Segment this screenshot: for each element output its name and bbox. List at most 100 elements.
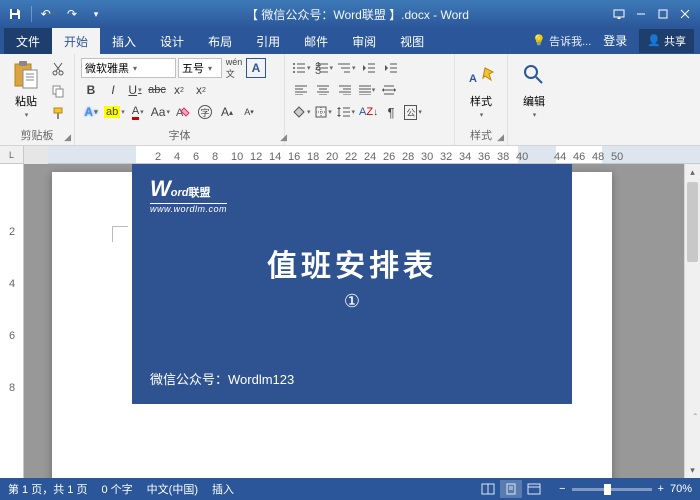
- zoom-slider[interactable]: [572, 488, 652, 491]
- font-name-combo[interactable]: 微软雅黑▾: [81, 58, 176, 78]
- redo-icon[interactable]: ↷: [61, 3, 83, 25]
- overlay-logo: Word联盟: [150, 176, 554, 202]
- vertical-ruler[interactable]: 2468: [0, 164, 24, 478]
- status-insert[interactable]: 插入: [212, 481, 234, 497]
- sort-button[interactable]: AZ↓: [358, 102, 379, 122]
- signin-button[interactable]: 登录: [595, 27, 635, 54]
- asian-layout-button[interactable]: 公▾: [403, 102, 423, 122]
- zoom-level[interactable]: 70%: [670, 483, 692, 495]
- align-right-button[interactable]: [335, 80, 355, 100]
- scroll-up-icon[interactable]: ▴: [685, 164, 700, 180]
- cut-button[interactable]: [48, 59, 68, 79]
- strike-button[interactable]: abc: [147, 80, 167, 100]
- clear-format-button[interactable]: A: [173, 102, 193, 122]
- tab-review[interactable]: 审阅: [340, 28, 388, 54]
- shading-button[interactable]: ▾: [291, 102, 312, 122]
- phonetic-button[interactable]: wén文: [224, 58, 244, 78]
- copy-button[interactable]: [48, 81, 68, 101]
- font-size-combo[interactable]: 五号▾: [178, 58, 222, 78]
- editing-button[interactable]: 编辑▾: [514, 57, 554, 144]
- tab-selector[interactable]: L: [0, 146, 24, 164]
- paste-button[interactable]: 粘贴▾: [6, 57, 46, 127]
- overlay-footer: 微信公众号：Wordlm123: [150, 369, 294, 388]
- undo-icon[interactable]: ↶▾: [37, 3, 59, 25]
- svg-text:A: A: [469, 73, 477, 85]
- tell-me[interactable]: 💡告诉我...: [532, 33, 591, 49]
- increase-indent-button[interactable]: [381, 58, 401, 78]
- window-title: 【 微信公众号：Word联盟 】.docx - Word: [107, 6, 608, 23]
- window-controls: [608, 3, 696, 25]
- zoom-in-button[interactable]: +: [658, 483, 664, 495]
- highlight-button[interactable]: ab▾: [103, 102, 126, 122]
- numbering-button[interactable]: 123▾: [314, 58, 335, 78]
- scroll-down-icon[interactable]: ▾: [685, 462, 700, 478]
- share-button[interactable]: 👤共享: [639, 29, 694, 53]
- print-layout-icon[interactable]: [500, 480, 522, 498]
- tab-home[interactable]: 开始: [52, 28, 100, 54]
- font-color-button[interactable]: A▾: [128, 102, 148, 122]
- qat-customize-icon[interactable]: ▾: [85, 3, 107, 25]
- tab-view[interactable]: 视图: [388, 28, 436, 54]
- status-page[interactable]: 第 1 页，共 1 页: [8, 481, 87, 497]
- zoom-control: − + 70%: [559, 483, 692, 495]
- svg-text:3: 3: [315, 65, 321, 74]
- scroll-thumb[interactable]: [687, 182, 698, 262]
- subscript-button[interactable]: x2: [169, 80, 189, 100]
- bullets-button[interactable]: ▾: [291, 58, 312, 78]
- tab-mailings[interactable]: 邮件: [292, 28, 340, 54]
- enclose-button[interactable]: 字: [195, 102, 215, 122]
- superscript-button[interactable]: x2: [191, 80, 211, 100]
- horizontal-ruler[interactable]: 2468101214161820222426283032343638404446…: [48, 146, 700, 164]
- tab-layout[interactable]: 布局: [196, 28, 244, 54]
- styles-button[interactable]: A 样式▾: [461, 57, 501, 127]
- grow-font-button[interactable]: A▴: [217, 102, 237, 122]
- paste-icon: [10, 59, 42, 91]
- shrink-font-button[interactable]: A▾: [239, 102, 259, 122]
- text-effects-button[interactable]: A▾: [81, 102, 101, 122]
- quick-access-toolbar: ↶▾ ↷ ▾: [4, 3, 107, 25]
- bulb-icon: 💡: [532, 34, 546, 47]
- close-icon[interactable]: [674, 3, 696, 25]
- underline-button[interactable]: U▾: [125, 80, 145, 100]
- tab-references[interactable]: 引用: [244, 28, 292, 54]
- tab-design[interactable]: 设计: [148, 28, 196, 54]
- dialog-launcher-icon[interactable]: ◢: [64, 132, 71, 143]
- document-canvas[interactable]: Word联盟 www.wordlm.com 值班安排表 ① 微信公众号：Word…: [24, 164, 684, 478]
- show-marks-button[interactable]: ¶: [381, 102, 401, 122]
- dialog-launcher-icon[interactable]: ◢: [497, 132, 504, 143]
- save-icon[interactable]: [4, 3, 26, 25]
- read-mode-icon[interactable]: [477, 480, 499, 498]
- bold-button[interactable]: B: [81, 80, 101, 100]
- char-border-button[interactable]: A: [246, 58, 266, 78]
- status-lang[interactable]: 中文(中国): [147, 481, 198, 497]
- align-center-button[interactable]: [313, 80, 333, 100]
- maximize-icon[interactable]: [652, 3, 674, 25]
- group-paragraph: ▾ 123▾ ▾ ▾ ▾ ▾ ▾ AZ↓ ¶ 公▾: [285, 54, 455, 145]
- document-area: 2468 Word联盟 www.wordlm.com 值班安排表 ① 微信公众号…: [0, 164, 700, 478]
- change-case-button[interactable]: Aa▾: [150, 102, 171, 122]
- ribbon: 粘贴▾ 剪贴板 ◢ 微软雅黑▾ 五号▾ wén文 A B I U▾ abc x2 …: [0, 54, 700, 146]
- line-spacing-button[interactable]: ▾: [336, 102, 357, 122]
- format-painter-button[interactable]: [48, 103, 68, 123]
- overlay-url: www.wordlm.com: [150, 203, 227, 214]
- zoom-out-button[interactable]: −: [559, 483, 565, 495]
- group-font: 微软雅黑▾ 五号▾ wén文 A B I U▾ abc x2 x2 A▾ ab▾…: [75, 54, 285, 145]
- group-label: 剪贴板: [21, 130, 54, 142]
- decrease-indent-button[interactable]: [359, 58, 379, 78]
- borders-button[interactable]: ▾: [314, 102, 334, 122]
- vertical-scrollbar[interactable]: ▴ ▾: [684, 164, 700, 478]
- overlay-number: ①: [150, 291, 554, 312]
- align-left-button[interactable]: [291, 80, 311, 100]
- minimize-icon[interactable]: [630, 3, 652, 25]
- tab-insert[interactable]: 插入: [100, 28, 148, 54]
- status-words[interactable]: 0 个字: [101, 481, 132, 497]
- styles-icon: A: [465, 59, 497, 91]
- justify-button[interactable]: ▾: [357, 80, 377, 100]
- multilevel-button[interactable]: ▾: [336, 58, 357, 78]
- italic-button[interactable]: I: [103, 80, 123, 100]
- ribbon-options-icon[interactable]: [608, 3, 630, 25]
- web-layout-icon[interactable]: [523, 480, 545, 498]
- tab-file[interactable]: 文件: [4, 28, 52, 54]
- distribute-button[interactable]: [379, 80, 399, 100]
- view-buttons: [477, 480, 545, 498]
